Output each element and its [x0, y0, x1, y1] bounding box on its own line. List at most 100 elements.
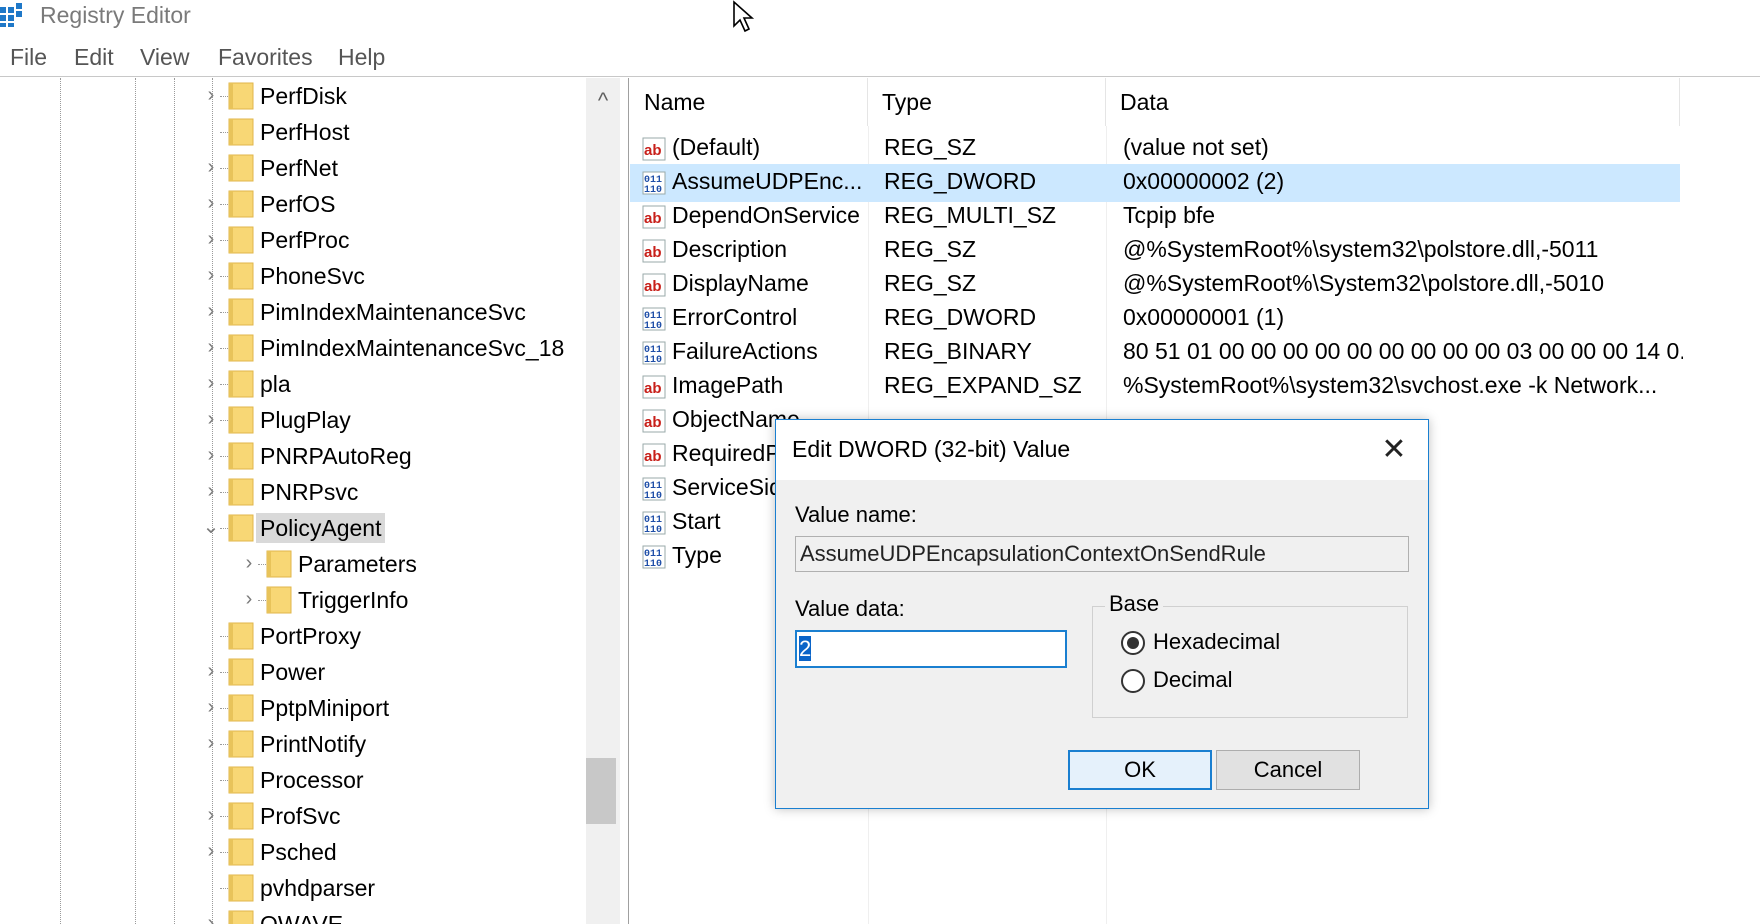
chevron-down-icon[interactable]: ⌄ — [200, 516, 222, 538]
string-value-icon: ab — [642, 273, 666, 297]
svg-text:ab: ab — [644, 210, 662, 227]
tree-item[interactable]: › QWAVE — [200, 906, 620, 924]
tree-item[interactable]: › TriggerInfo — [238, 582, 620, 618]
binary-value-icon: 011110 — [642, 341, 666, 365]
table-row[interactable]: ab ImagePath REG_EXPAND_SZ %SystemRoot%\sys… — [630, 368, 1680, 406]
tree-item[interactable]: › ProfSvc — [200, 798, 620, 834]
tree-item[interactable]: pvhdparser — [200, 870, 620, 906]
chevron-right-icon[interactable]: › — [200, 192, 222, 214]
svg-text:110: 110 — [644, 185, 662, 195]
table-row[interactable]: 011 110 FailureActions REG_BINARY 80 51 01 0… — [630, 334, 1683, 372]
tree-item[interactable]: › PimIndexMaintenanceSvc_18 — [200, 330, 620, 366]
tree-item[interactable]: › PhoneSvc — [200, 258, 620, 294]
tree-item[interactable]: › PlugPlay — [200, 402, 620, 438]
table-row[interactable]: ab DependOnService REG_MULTI_SZ Tcpip bfe — [630, 198, 1680, 236]
tree-item-label: pvhdparser — [260, 875, 376, 901]
folder-icon — [228, 442, 254, 470]
tree-item-label: PerfHost — [260, 119, 350, 145]
close-icon[interactable]: ✕ — [1374, 430, 1414, 470]
chevron-right-icon[interactable]: › — [200, 660, 222, 682]
chevron-right-icon[interactable]: › — [200, 732, 222, 754]
column-header-data[interactable]: Data — [1106, 78, 1680, 126]
folder-icon — [266, 550, 292, 578]
key-tree[interactable]: › PerfDisk PerfHost › PerfNet › PerfOS › PerfPro… — [0, 78, 620, 924]
chevron-right-icon[interactable]: › — [200, 156, 222, 178]
decimal-label[interactable]: Decimal — [1153, 667, 1232, 693]
chevron-right-icon[interactable]: › — [200, 408, 222, 430]
decimal-radio[interactable] — [1121, 669, 1145, 693]
tree-item[interactable]: › PerfDisk — [200, 78, 620, 114]
folder-icon — [228, 694, 254, 722]
folder-icon — [228, 154, 254, 182]
chevron-right-icon[interactable]: › — [200, 480, 222, 502]
chevron-right-icon[interactable]: › — [200, 444, 222, 466]
svg-text:ab: ab — [644, 414, 662, 431]
table-row[interactable]: ab DisplayName REG_SZ @%SystemRoot%\System3… — [630, 266, 1680, 304]
tree-item[interactable]: ⌄ PolicyAgent — [200, 510, 620, 546]
menu-file[interactable]: File — [10, 44, 47, 71]
string-value-icon: ab — [642, 443, 666, 467]
table-row[interactable]: 011 110 ErrorControl REG_DWORD 0x00000001 (1… — [630, 300, 1680, 338]
binary-value-icon: 011110 — [642, 545, 666, 569]
tree-item-label: PNRPsvc — [260, 479, 359, 505]
tree-item[interactable]: › PerfNet — [200, 150, 620, 186]
tree-item[interactable]: PortProxy — [200, 618, 620, 654]
hexadecimal-radio[interactable] — [1121, 631, 1145, 655]
tree-item[interactable]: › PrintNotify — [200, 726, 620, 762]
tree-item[interactable]: › PNRPAutoReg — [200, 438, 620, 474]
tree-item[interactable]: PerfHost — [200, 114, 620, 150]
chevron-right-icon[interactable]: › — [200, 804, 222, 826]
window-title: Registry Editor — [40, 2, 191, 28]
tree-item[interactable]: › PNRPsvc — [200, 474, 620, 510]
tree-item[interactable]: › PimIndexMaintenanceSvc — [200, 294, 620, 330]
pane-splitter[interactable] — [620, 78, 629, 924]
tree-item[interactable]: › PerfOS — [200, 186, 620, 222]
value-name-field: AssumeUDPEncapsulationContextOnSendRule — [795, 536, 1409, 572]
binary-value-icon: 011110 — [642, 307, 666, 331]
base-group-title: Base — [1105, 591, 1164, 617]
folder-icon — [228, 334, 254, 362]
tree-item[interactable]: › Parameters — [238, 546, 620, 582]
chevron-right-icon[interactable]: › — [238, 588, 260, 610]
column-header-type[interactable]: Type — [868, 78, 1106, 126]
folder-icon — [228, 82, 254, 110]
chevron-right-icon[interactable]: › — [200, 228, 222, 250]
table-row[interactable]: 011 110 AssumeUDPEnc... REG_DWORD 0x00000002… — [630, 164, 1680, 202]
base-groupbox: Base Hexadecimal Decimal — [1092, 591, 1408, 718]
table-row[interactable]: ab Description REG_SZ @%SystemRoot%\system3… — [630, 232, 1680, 270]
chevron-right-icon[interactable]: › — [238, 552, 260, 574]
menu-edit[interactable]: Edit — [74, 44, 114, 71]
value-data-label: Value data: — [795, 596, 905, 621]
ok-button[interactable]: OK — [1068, 750, 1212, 790]
svg-text:110: 110 — [644, 321, 662, 331]
chevron-right-icon[interactable]: › — [200, 696, 222, 718]
tree-item-label: Parameters — [298, 551, 417, 577]
scroll-thumb[interactable] — [586, 758, 616, 824]
tree-item[interactable]: › PptpMiniport — [200, 690, 620, 726]
chevron-right-icon[interactable]: › — [200, 840, 222, 862]
tree-item[interactable]: › pla — [200, 366, 620, 402]
tree-item[interactable]: › Power — [200, 654, 620, 690]
table-row[interactable]: ab (Default) REG_SZ (value not set) — [630, 130, 1680, 168]
cancel-button[interactable]: Cancel — [1216, 750, 1360, 790]
edit-dword-dialog: Edit DWORD (32-bit) Value ✕ Value name: … — [775, 419, 1429, 809]
menu-help[interactable]: Help — [338, 44, 385, 71]
chevron-right-icon[interactable]: › — [200, 300, 222, 322]
scroll-up-arrow-icon[interactable]: ^ — [586, 88, 620, 113]
chevron-right-icon[interactable]: › — [200, 912, 222, 924]
column-header-name[interactable]: Name — [630, 78, 868, 126]
tree-item[interactable]: › PerfProc — [200, 222, 620, 258]
chevron-right-icon[interactable]: › — [200, 84, 222, 106]
tree-item[interactable]: Processor — [200, 762, 620, 798]
chevron-right-icon[interactable]: › — [200, 336, 222, 358]
chevron-right-icon[interactable]: › — [200, 264, 222, 286]
menu-view[interactable]: View — [140, 44, 189, 71]
hexadecimal-label[interactable]: Hexadecimal — [1153, 629, 1280, 655]
svg-text:110: 110 — [644, 355, 662, 365]
tree-item[interactable]: › Psched — [200, 834, 620, 870]
chevron-right-icon[interactable]: › — [200, 372, 222, 394]
value-data-input[interactable]: 2 — [795, 630, 1067, 668]
tree-scrollbar[interactable]: ^ — [586, 78, 620, 924]
value-type: REG_SZ — [884, 236, 977, 262]
menu-favorites[interactable]: Favorites — [218, 44, 313, 71]
